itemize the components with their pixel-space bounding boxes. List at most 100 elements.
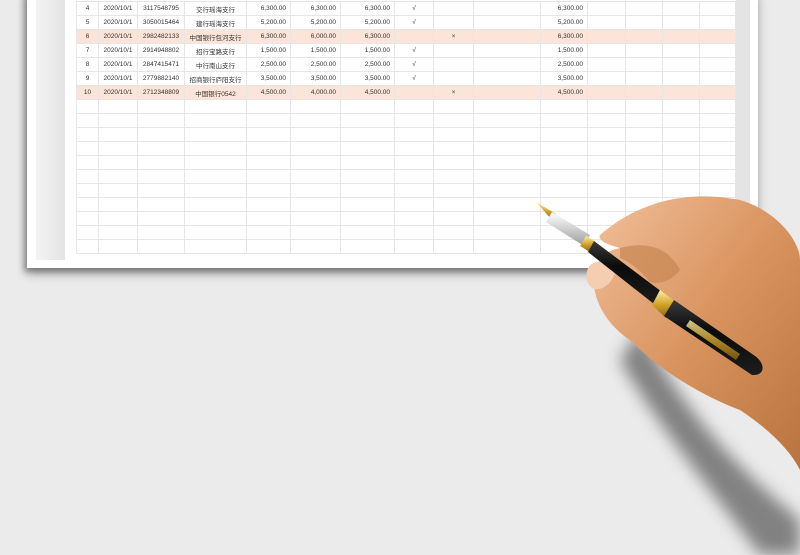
cell-empty[interactable] [587, 239, 626, 254]
cell-empty[interactable] [394, 127, 434, 142]
cell-empty[interactable] [699, 183, 736, 198]
cell-empty[interactable] [433, 99, 474, 114]
cell-empty[interactable] [699, 113, 736, 128]
cell-note[interactable] [473, 29, 541, 44]
cell-account[interactable]: 2847415471 [137, 57, 185, 72]
cell-empty[interactable] [625, 239, 663, 254]
cell-empty[interactable] [625, 71, 663, 86]
cell-check[interactable]: √ [394, 43, 434, 58]
cell-empty[interactable] [699, 239, 736, 254]
cell-account[interactable]: 3050015464 [137, 15, 185, 30]
cell-empty[interactable] [246, 155, 291, 170]
cell-empty[interactable] [340, 113, 395, 128]
cell-empty[interactable] [540, 155, 588, 170]
cell-cross[interactable] [433, 1, 474, 16]
cell-empty[interactable] [625, 1, 663, 16]
cell-empty[interactable] [137, 211, 185, 226]
cell-date[interactable]: 2020/10/1 [98, 71, 138, 86]
cell-no[interactable]: 10 [76, 85, 99, 100]
cell-empty[interactable] [699, 1, 736, 16]
cell-empty[interactable] [662, 211, 700, 226]
cell-empty[interactable] [662, 113, 700, 128]
cell-empty[interactable] [699, 197, 736, 212]
cell-date[interactable]: 2020/10/1 [98, 15, 138, 30]
cell-empty[interactable] [699, 141, 736, 156]
cell-amt4[interactable]: 5,200.00 [540, 15, 588, 30]
cell-empty[interactable] [662, 127, 700, 142]
cell-empty[interactable] [587, 15, 626, 30]
cell-empty[interactable] [473, 239, 541, 254]
cell-empty[interactable] [587, 211, 626, 226]
cell-empty[interactable] [290, 155, 341, 170]
cell-empty[interactable] [184, 141, 247, 156]
cell-empty[interactable] [662, 85, 700, 100]
cell-amt3[interactable]: 6,300.00 [340, 1, 395, 16]
cell-no[interactable]: 8 [76, 57, 99, 72]
cell-bank[interactable]: 交行瑶海支行 [184, 1, 247, 16]
cell-amt1[interactable]: 2,500.00 [246, 57, 291, 72]
cell-empty[interactable] [290, 211, 341, 226]
cell-empty[interactable] [340, 239, 395, 254]
cell-empty[interactable] [76, 183, 99, 198]
cell-empty[interactable] [394, 183, 434, 198]
cell-amt4[interactable]: 2,500.00 [540, 57, 588, 72]
cell-empty[interactable] [184, 211, 247, 226]
cell-amt2[interactable]: 4,000.00 [290, 85, 341, 100]
cell-empty[interactable] [699, 225, 736, 240]
cell-empty[interactable] [433, 197, 474, 212]
cell-empty[interactable] [137, 239, 185, 254]
cell-empty[interactable] [433, 113, 474, 128]
cell-empty[interactable] [433, 169, 474, 184]
cell-empty[interactable] [98, 225, 138, 240]
cell-empty[interactable] [246, 127, 291, 142]
cell-empty[interactable] [290, 169, 341, 184]
cell-empty[interactable] [394, 239, 434, 254]
cell-empty[interactable] [433, 183, 474, 198]
cell-empty[interactable] [98, 127, 138, 142]
cell-amt3[interactable]: 5,200.00 [340, 15, 395, 30]
cell-empty[interactable] [340, 127, 395, 142]
cell-date[interactable]: 2020/10/1 [98, 57, 138, 72]
cell-empty[interactable] [76, 225, 99, 240]
cell-cross[interactable] [433, 15, 474, 30]
cell-account[interactable]: 2779882140 [137, 71, 185, 86]
cell-empty[interactable] [184, 183, 247, 198]
cell-account[interactable]: 3117548795 [137, 1, 185, 16]
cell-empty[interactable] [137, 127, 185, 142]
cell-empty[interactable] [540, 211, 588, 226]
cell-empty[interactable] [473, 127, 541, 142]
cell-empty[interactable] [290, 99, 341, 114]
cell-empty[interactable] [340, 141, 395, 156]
cell-amt1[interactable]: 1,500.00 [246, 43, 291, 58]
cell-empty[interactable] [699, 29, 736, 44]
cell-no[interactable]: 4 [76, 1, 99, 16]
cell-empty[interactable] [98, 155, 138, 170]
cell-empty[interactable] [540, 127, 588, 142]
cell-date[interactable]: 2020/10/1 [98, 29, 138, 44]
cell-empty[interactable] [625, 57, 663, 72]
cell-empty[interactable] [587, 57, 626, 72]
cell-empty[interactable] [246, 141, 291, 156]
cell-empty[interactable] [76, 113, 99, 128]
cell-empty[interactable] [699, 127, 736, 142]
cell-amt2[interactable]: 2,500.00 [290, 57, 341, 72]
cell-empty[interactable] [587, 85, 626, 100]
cell-empty[interactable] [394, 99, 434, 114]
cell-empty[interactable] [587, 113, 626, 128]
cell-empty[interactable] [473, 225, 541, 240]
cell-empty[interactable] [662, 71, 700, 86]
cell-empty[interactable] [184, 155, 247, 170]
cell-amt4[interactable]: 6,300.00 [540, 29, 588, 44]
cell-empty[interactable] [98, 183, 138, 198]
cell-check[interactable]: √ [394, 15, 434, 30]
cell-empty[interactable] [473, 183, 541, 198]
cell-empty[interactable] [473, 211, 541, 226]
cell-empty[interactable] [625, 155, 663, 170]
cell-empty[interactable] [540, 99, 588, 114]
cell-empty[interactable] [340, 225, 395, 240]
cell-empty[interactable] [587, 43, 626, 58]
cell-check[interactable] [394, 85, 434, 100]
cell-empty[interactable] [625, 15, 663, 30]
cell-empty[interactable] [184, 99, 247, 114]
cell-empty[interactable] [662, 29, 700, 44]
